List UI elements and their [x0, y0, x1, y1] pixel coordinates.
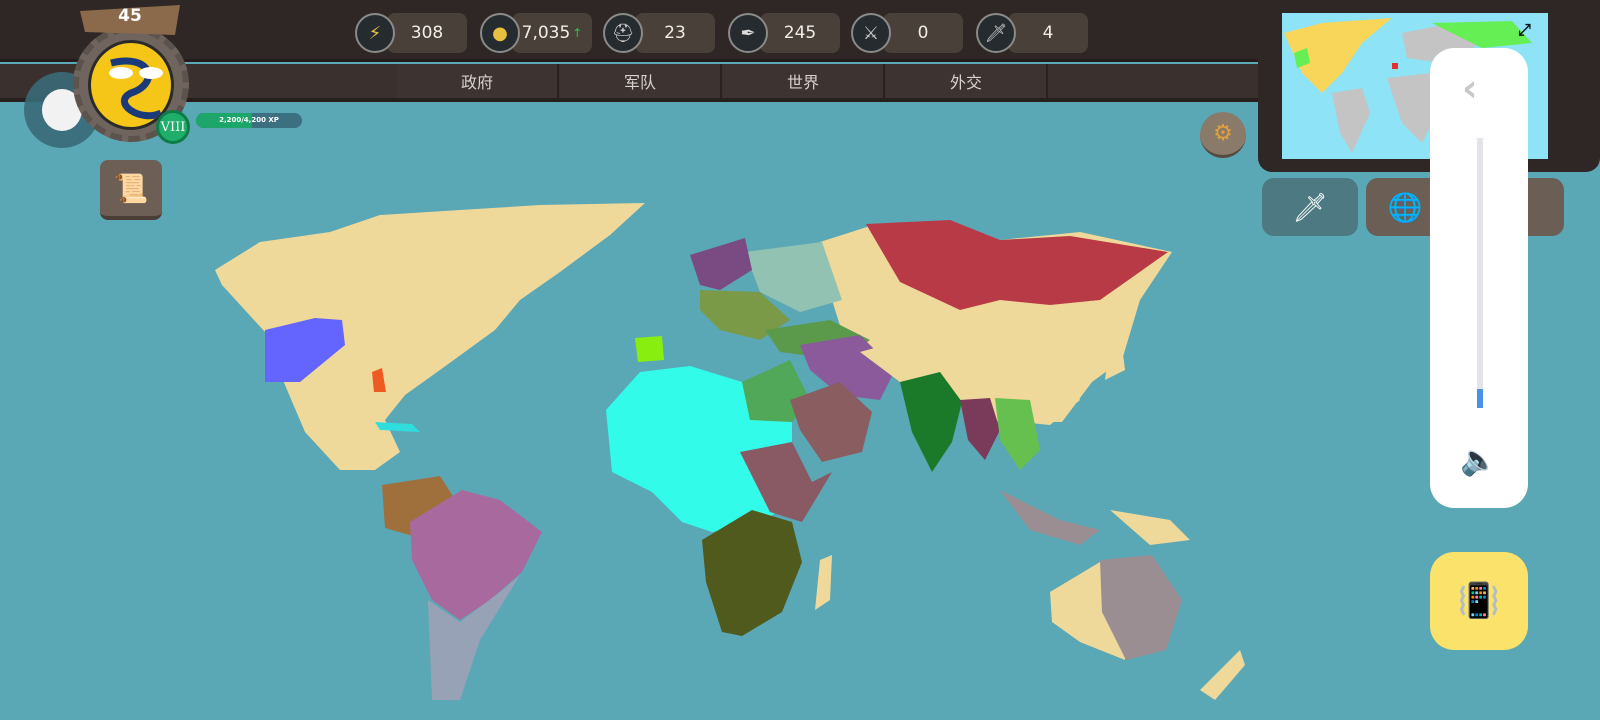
rank-badge: VIII	[156, 110, 190, 144]
sword-icon: 🗡	[976, 13, 1016, 53]
vibrate-icon: 📳	[1457, 581, 1501, 621]
tab-bar: 政府 军队 世界 外交	[0, 64, 1290, 102]
tab-diplomacy[interactable]: 外交	[886, 64, 1048, 98]
territory-iberia	[635, 336, 664, 362]
settings-gear-icon[interactable]: ⚙	[1200, 112, 1246, 158]
xp-text: 2,200/4,200 XP	[219, 116, 279, 124]
volume-slider[interactable]	[1477, 138, 1483, 408]
tab-government[interactable]: 政府	[397, 64, 559, 98]
helmet-icon: ⛑	[603, 13, 643, 53]
territory-madagascar	[815, 555, 832, 610]
resource-value: 23	[635, 13, 715, 53]
resource-gold[interactable]: ● 7,035 ↑	[480, 12, 592, 54]
lightning-icon: ⚡	[355, 13, 395, 53]
xp-bar: 2,200/4,200 XP	[196, 113, 302, 128]
resource-energy[interactable]: ⚡ 308	[355, 12, 467, 54]
volume-panel: ‹ 🔈	[1430, 48, 1528, 508]
chevron-left-icon[interactable]: ‹	[1462, 66, 1478, 110]
resource-value: 0	[883, 13, 963, 53]
gold-value: 7,035	[521, 23, 571, 43]
resource-manpower[interactable]: ⛑ 23	[603, 12, 715, 54]
minimap[interactable]: ⤢	[1258, 0, 1600, 172]
territory-indonesia	[1000, 490, 1100, 545]
resource-wars[interactable]: ⚔ 0	[851, 12, 963, 54]
scroll-icon[interactable]: 📜	[100, 160, 162, 220]
tab-army[interactable]: 军队	[560, 64, 722, 98]
expand-icon[interactable]: ⤢	[1518, 20, 1531, 40]
military-mode-button[interactable]: 🗡	[1262, 178, 1358, 236]
territory-new-zealand	[1200, 650, 1245, 700]
volume-level	[1477, 389, 1483, 408]
resource-diplomacy[interactable]: ✒ 245	[728, 12, 840, 54]
tab-world[interactable]: 世界	[723, 64, 885, 98]
minimap-player-marker	[1392, 63, 1398, 69]
feather-icon: ✒	[728, 13, 768, 53]
trend-up-icon: ↑	[572, 26, 583, 40]
resource-value: 308	[387, 13, 467, 53]
vibrate-button[interactable]: 📳	[1430, 552, 1528, 650]
resource-value: 7,035 ↑	[512, 13, 592, 53]
sword-icon: 🗡	[1292, 190, 1328, 224]
speaker-icon[interactable]: 🔈	[1460, 443, 1497, 478]
gold-coins-icon: ●	[480, 13, 520, 53]
globe-icon: 🌐	[1387, 190, 1423, 224]
resource-value: 4	[1008, 13, 1088, 53]
territory-new-guinea	[1110, 510, 1190, 545]
resource-armies[interactable]: 🗡 4	[976, 12, 1088, 54]
territory-scandinavia	[690, 238, 752, 290]
resource-value: 245	[760, 13, 840, 53]
crossed-swords-icon: ⚔	[851, 13, 891, 53]
